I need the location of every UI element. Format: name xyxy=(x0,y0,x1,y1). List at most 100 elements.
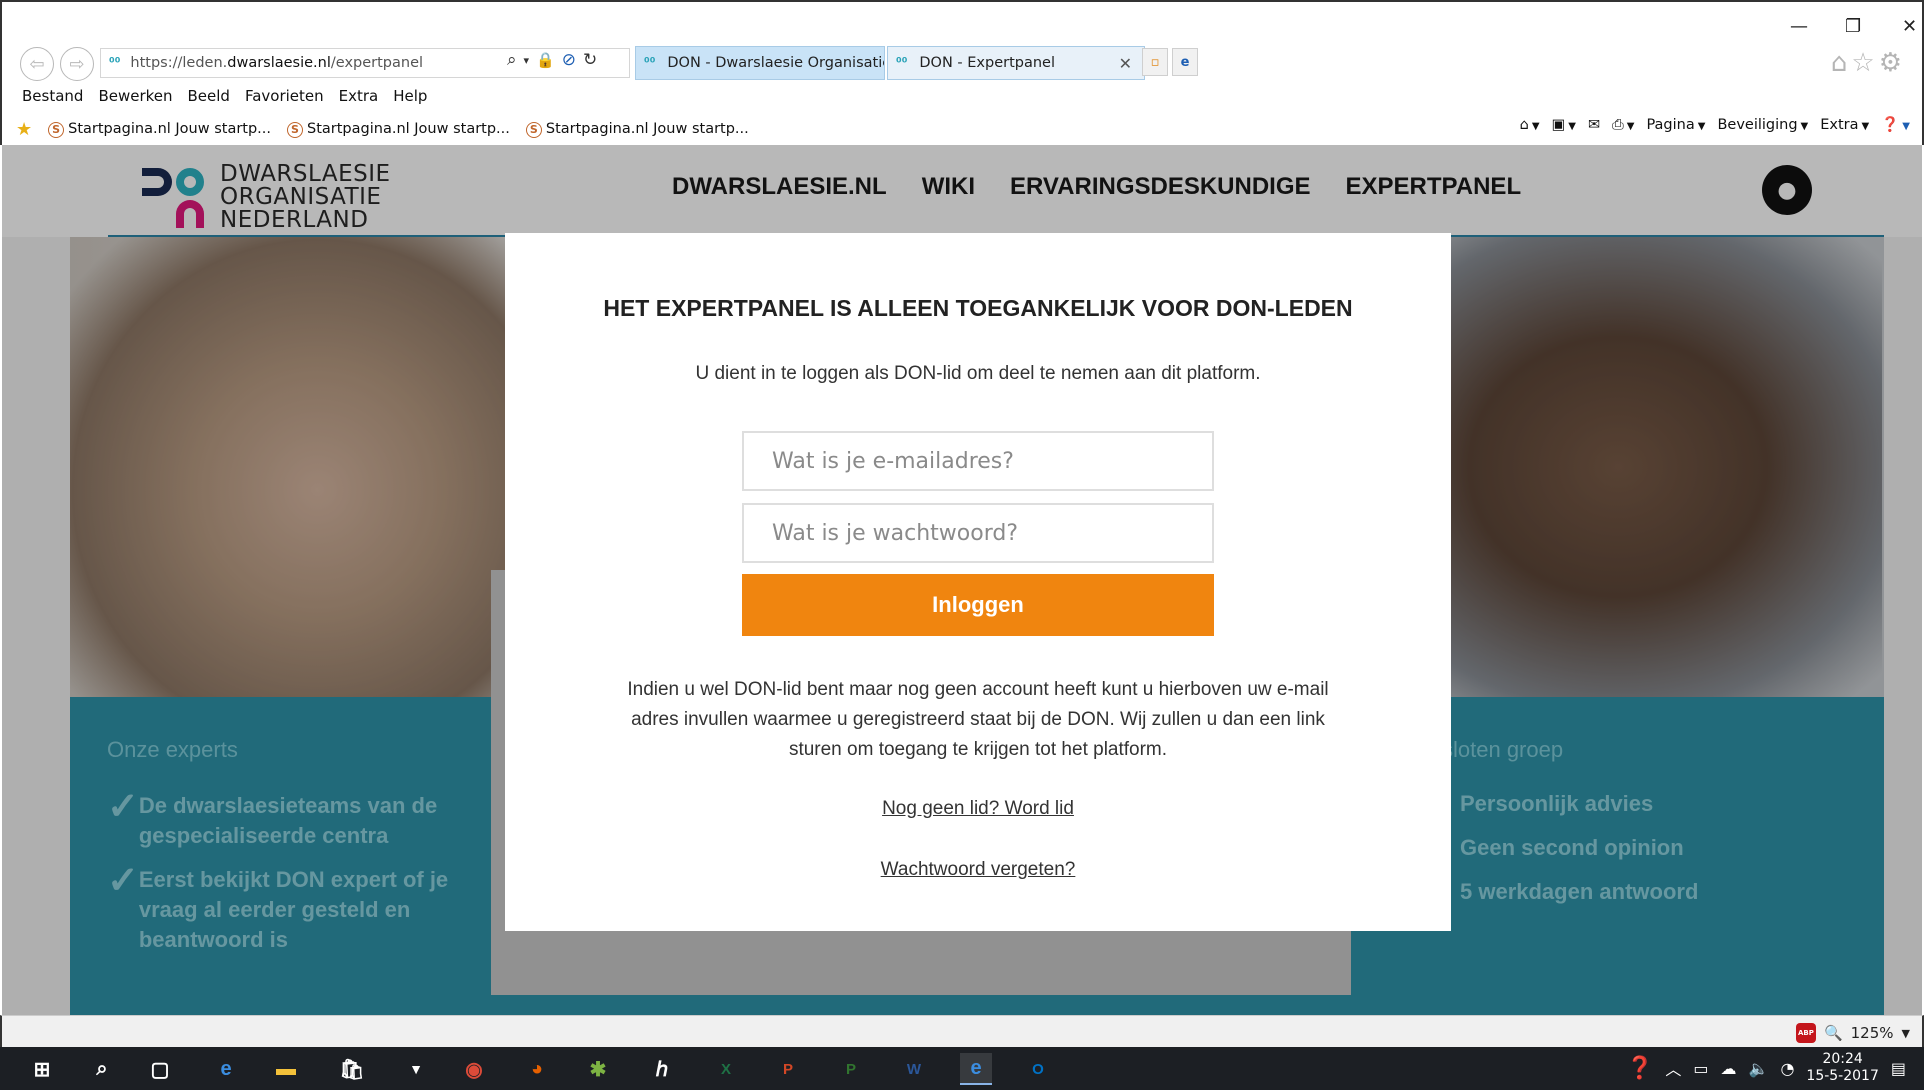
new-tab-button[interactable]: ▫ xyxy=(1142,48,1168,76)
onedrive-icon[interactable]: ☁ xyxy=(1721,1059,1737,1078)
page-menu[interactable]: Pagina ▼ xyxy=(1646,117,1705,133)
close-window-icon[interactable]: ✕ xyxy=(1902,16,1917,37)
favorite-label: Startpagina.nl Jouw startp... xyxy=(68,121,272,137)
security-menu[interactable]: Beveiliging ▼ xyxy=(1717,117,1808,133)
zoom-control[interactable]: ABP 🔍 125% ▼ xyxy=(1795,1023,1910,1043)
email-field[interactable] xyxy=(742,431,1214,491)
refresh-icon[interactable]: ↻ xyxy=(583,50,597,70)
favorite-label: Startpagina.nl Jouw startp... xyxy=(545,121,749,137)
tab-don-organisatie[interactable]: ⁰⁰ DON - Dwarslaesie Organisatie... xyxy=(635,46,885,80)
internet-explorer-icon[interactable]: e xyxy=(960,1053,992,1085)
page-viewport: DWARSLAESIE ORGANISATIE NEDERLAND DWARSL… xyxy=(2,145,1922,1015)
project-icon[interactable]: P xyxy=(835,1053,867,1085)
magnifier-icon: 🔍 xyxy=(1823,1024,1843,1042)
status-bar: ABP 🔍 125% ▼ xyxy=(0,1015,1924,1047)
password-field[interactable] xyxy=(742,503,1214,563)
site-favicon-icon: ⁰⁰ xyxy=(109,55,121,71)
close-tab-icon[interactable]: ✕ xyxy=(1119,54,1132,73)
edge-icon[interactable]: e xyxy=(210,1053,242,1085)
wifi-app-icon[interactable]: ▼ xyxy=(400,1053,432,1085)
adblock-icon[interactable]: ABP xyxy=(1795,1023,1816,1043)
word-icon[interactable]: W xyxy=(898,1053,930,1085)
battery-icon[interactable]: ▭ xyxy=(1693,1059,1708,1078)
favorites-bar: ★ S Startpagina.nl Jouw startp... S Startp… xyxy=(16,119,749,140)
favorite-link[interactable]: S Startpagina.nl Jouw startp... xyxy=(48,121,271,138)
show-hidden-icon[interactable]: ︿ xyxy=(1665,1056,1681,1080)
zoom-level: 125% xyxy=(1850,1024,1894,1042)
search-icon[interactable]: ⌕ xyxy=(86,1053,118,1085)
zoom-dropdown-icon[interactable]: ▼ xyxy=(1902,1027,1910,1040)
firefox-icon[interactable]: ◕ xyxy=(521,1053,553,1085)
file-explorer-icon[interactable]: ▬ xyxy=(270,1053,302,1085)
favorite-link[interactable]: S Startpagina.nl Jouw startp... xyxy=(525,121,749,138)
favorites-star-icon[interactable]: ☆ xyxy=(1851,48,1878,78)
store-icon[interactable]: 🛍 xyxy=(336,1053,368,1085)
register-link[interactable]: Nog geen lid? Word lid xyxy=(505,798,1451,820)
page-menu-label: Pagina xyxy=(1646,116,1695,133)
forgot-password-label[interactable]: Wachtwoord vergeten? xyxy=(881,859,1076,880)
photo-app-icon[interactable]: ✱ xyxy=(582,1053,614,1085)
home-icon[interactable]: ⌂ xyxy=(1831,48,1852,78)
menu-bar: Bestand Bewerken Beeld Favorieten Extra … xyxy=(22,87,427,105)
task-view-icon[interactable]: ▢ xyxy=(144,1053,176,1085)
favorites-add-icon[interactable]: ★ xyxy=(16,119,32,140)
search-icon[interactable]: ⌕ xyxy=(507,50,517,70)
startpagina-icon: S xyxy=(525,122,542,138)
chrome-icon[interactable]: ◉ xyxy=(458,1053,490,1085)
menu-item-bewerken[interactable]: Bewerken xyxy=(98,87,172,105)
security-menu-label: Beveiliging xyxy=(1717,116,1798,133)
tab-label: DON - Dwarslaesie Organisatie... xyxy=(667,55,885,71)
taskbar: ⊞ ⌕ ▢ e ▬ 🛍 ▼ ◉ ◕ ✱ ℎ X P P W e O ❓ ︿ ▭ … xyxy=(0,1047,1924,1090)
command-bar: ⌂ ▼ ▣ ▼ ✉ ⎙ ▼ Pagina ▼ Beveiliging ▼ Extra ▼ ❓… xyxy=(1520,116,1910,134)
url-prefix: https://leden. xyxy=(130,55,228,71)
restore-icon[interactable]: ❐ xyxy=(1845,16,1861,37)
extra-menu[interactable]: Extra ▼ xyxy=(1820,117,1869,133)
menu-item-bestand[interactable]: Bestand xyxy=(22,87,83,105)
excel-icon[interactable]: X xyxy=(710,1053,742,1085)
help-tray-icon[interactable]: ❓ xyxy=(1626,1056,1653,1081)
clock-date: 15-5-2017 xyxy=(1806,1068,1879,1084)
url-host: dwarslaesie.nl xyxy=(227,55,331,71)
favorite-link[interactable]: S Startpagina.nl Jouw startp... xyxy=(287,121,510,138)
forward-button[interactable]: ⇨ xyxy=(60,47,94,81)
menu-item-favorieten[interactable]: Favorieten xyxy=(245,87,324,105)
login-button[interactable]: Inloggen xyxy=(742,574,1214,636)
print-icon[interactable]: ⎙ ▼ xyxy=(1612,117,1634,133)
lock-icon[interactable]: 🔒 xyxy=(536,51,555,69)
home-command-icon[interactable]: ⌂ ▼ xyxy=(1520,117,1540,133)
ie-icon[interactable]: e xyxy=(1172,48,1198,76)
system-tray: ❓ ︿ ▭ ☁ 🔈 ◔ 20:24 15-5-2017 ▤ xyxy=(1626,1051,1906,1085)
menu-item-help[interactable]: Help xyxy=(393,87,427,105)
notifications-icon[interactable]: ▤ xyxy=(1891,1059,1906,1078)
menu-item-beeld[interactable]: Beeld xyxy=(188,87,230,105)
tab-label: DON - Expertpanel xyxy=(919,55,1056,71)
modal-intro: U dient in te loggen als DON-lid om deel… xyxy=(695,363,1261,384)
windows-start-icon[interactable]: ⊞ xyxy=(26,1053,58,1085)
hp-icon[interactable]: ℎ xyxy=(646,1053,678,1085)
startpagina-icon: S xyxy=(287,122,304,138)
minimize-icon[interactable]: — xyxy=(1790,16,1808,37)
outlook-icon[interactable]: O xyxy=(1022,1053,1054,1085)
settings-gear-icon[interactable]: ⚙ xyxy=(1879,48,1906,78)
stop-icon[interactable]: ⊘ xyxy=(562,50,576,70)
browser-tools: ⌂☆⚙ xyxy=(1831,48,1906,78)
mail-icon[interactable]: ✉ xyxy=(1588,117,1600,133)
network-icon[interactable]: ◔ xyxy=(1780,1059,1794,1078)
powerpoint-icon[interactable]: P xyxy=(772,1053,804,1085)
clock[interactable]: 20:24 15-5-2017 xyxy=(1806,1051,1878,1085)
favorite-label: Startpagina.nl Jouw startp... xyxy=(307,121,510,137)
volume-icon[interactable]: 🔈 xyxy=(1749,1059,1769,1078)
tab-favicon-icon: ⁰⁰ xyxy=(896,55,908,71)
tab-don-expertpanel[interactable]: ⁰⁰ DON - Expertpanel ✕ xyxy=(887,46,1145,80)
clock-time: 20:24 xyxy=(1822,1051,1863,1067)
tab-favicon-icon: ⁰⁰ xyxy=(644,55,656,71)
extra-menu-label: Extra xyxy=(1820,116,1859,133)
help-icon[interactable]: ❓ ▼ xyxy=(1881,116,1910,133)
feeds-icon[interactable]: ▣ ▼ xyxy=(1552,117,1576,133)
register-link-label[interactable]: Nog geen lid? Word lid xyxy=(882,798,1074,819)
forgot-password-link[interactable]: Wachtwoord vergeten? xyxy=(505,859,1451,881)
menu-item-extra[interactable]: Extra xyxy=(339,87,379,105)
browser-chrome: ⇦ ⇨ ⁰⁰ https://leden. dwarslaesie.nl/expe… xyxy=(0,0,1924,145)
dropdown-icon[interactable]: ▾ xyxy=(524,54,530,67)
back-button[interactable]: ⇦ xyxy=(20,47,54,81)
